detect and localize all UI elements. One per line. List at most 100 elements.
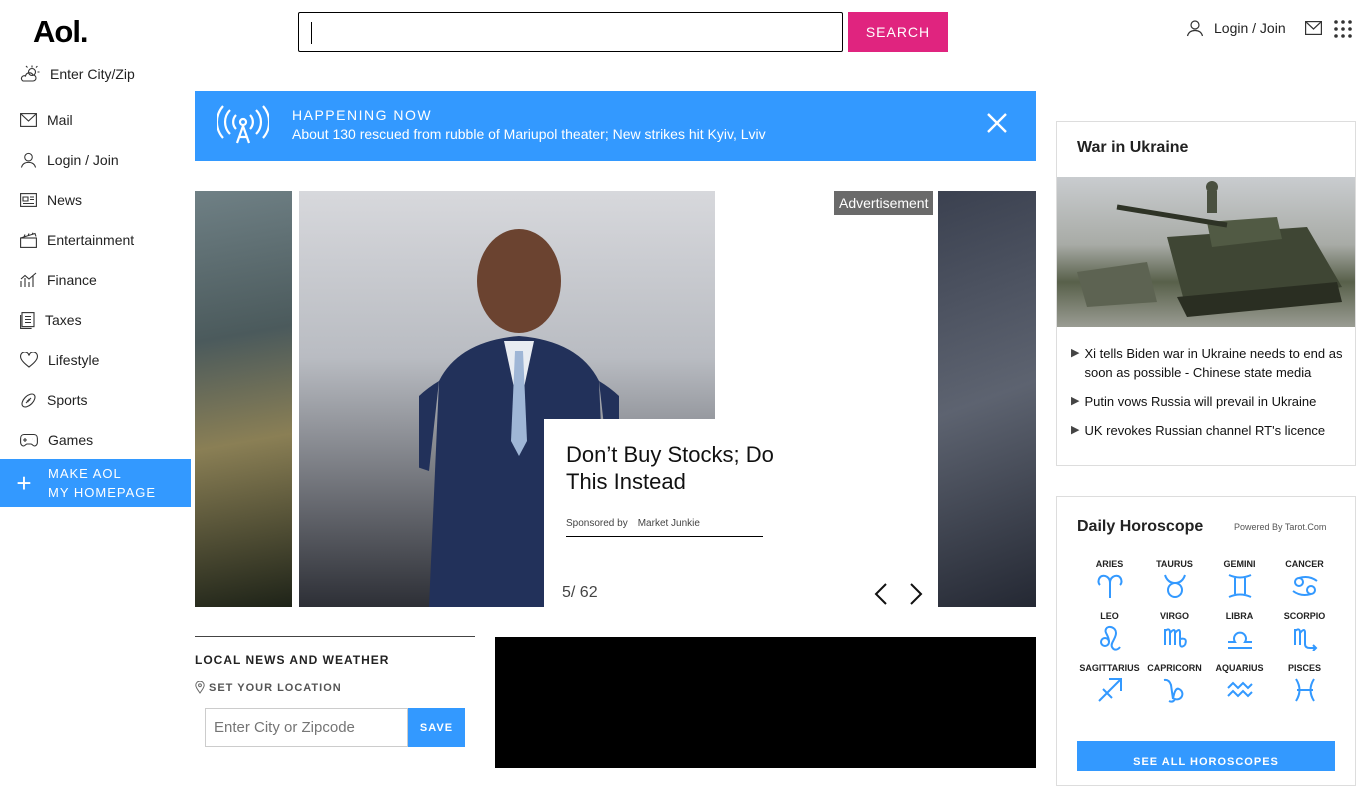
happening-headline[interactable]: About 130 rescued from rubble of Mariupo… — [292, 126, 766, 142]
zodiac-label: VIRGO — [1159, 611, 1189, 621]
sidebar-item-lifestyle[interactable]: Lifestyle — [0, 340, 191, 380]
chevron-right-icon[interactable] — [909, 582, 923, 606]
next-slide-image[interactable] — [938, 191, 1036, 607]
headline-text[interactable]: Xi tells Biden war in Ukraine needs to e… — [1084, 344, 1346, 382]
news-carousel[interactable]: Advertisement Don’t Buy Stocks; Do This … — [195, 191, 1036, 607]
ukraine-headlines-list: ▶ Xi tells Biden war in Ukraine needs to … — [1071, 344, 1346, 450]
top-login-link[interactable]: Login / Join — [1186, 19, 1286, 37]
mail-icon — [20, 113, 37, 127]
zodiac-sign-sagittarius[interactable]: SAGITTARIUS — [1077, 663, 1142, 703]
football-icon — [21, 392, 36, 408]
war-in-ukraine-module: War in Ukraine ▶ Xi tells Biden war in Uk… — [1056, 121, 1356, 466]
search-input[interactable] — [299, 13, 842, 51]
ukraine-tank-image[interactable] — [1057, 177, 1355, 327]
apps-grid-icon[interactable] — [1334, 20, 1352, 38]
zodiac-label: LEO — [1100, 611, 1119, 621]
zodiac-sign-leo[interactable]: LEO — [1077, 611, 1142, 651]
slide-counter: 5/ 62 — [562, 584, 598, 601]
list-item[interactable]: ▶ Putin vows Russia will prevail in Ukrai… — [1071, 392, 1346, 411]
user-icon — [20, 152, 37, 168]
sidebar-item-label: Entertainment — [47, 232, 135, 248]
sponsored-by-label: Sponsored by — [566, 518, 628, 529]
zodiac-label: SAGITTARIUS — [1079, 663, 1140, 673]
save-location-button[interactable]: SAVE — [408, 708, 465, 747]
sidebar-item-label: Lifestyle — [48, 352, 100, 368]
chart-icon — [20, 272, 37, 287]
headline-text[interactable]: Putin vows Russia will prevail in Ukrain… — [1084, 392, 1316, 411]
daily-horoscope-module: Daily Horoscope Powered By Tarot.Com ARI… — [1056, 496, 1356, 786]
make-homepage-button[interactable]: + MAKE AOL MY HOMEPAGE — [0, 459, 191, 507]
sidebar-nav: Enter City/Zip Mail Login / Join News En… — [0, 62, 191, 460]
aquarius-icon — [1226, 681, 1253, 698]
zodiac-sign-gemini[interactable]: GEMINI — [1207, 559, 1272, 599]
list-item[interactable]: ▶ UK revokes Russian channel RT's licence — [1071, 421, 1346, 440]
sponsor-line[interactable]: Sponsored by Market Junkie — [566, 518, 763, 537]
sidebar-item-sports[interactable]: Sports — [0, 380, 191, 420]
zodiac-label: ARIES — [1095, 559, 1124, 569]
headline-text[interactable]: UK revokes Russian channel RT's licence — [1084, 421, 1325, 440]
see-all-horoscopes-button[interactable]: SEE ALL HOROSCOPES — [1077, 741, 1335, 771]
zodiac-grid: ARIES TAURUS GEMINI CANCER LEO VIRGO LIB… — [1077, 559, 1337, 703]
sidebar-item-mail[interactable]: Mail — [0, 100, 191, 140]
sidebar-item-games[interactable]: Games — [0, 420, 191, 460]
sidebar-item-entertainment[interactable]: Entertainment — [0, 220, 191, 260]
libra-icon — [1227, 631, 1252, 649]
sidebar-item-label: Taxes — [45, 312, 82, 328]
happening-title: HAPPENING NOW — [292, 107, 433, 123]
slide-caption[interactable]: Don’t Buy Stocks; Do This Instead Sponso… — [544, 419, 938, 607]
location-form: SAVE — [205, 708, 475, 747]
sidebar-item-news[interactable]: News — [0, 180, 191, 220]
cancer-icon — [1291, 576, 1318, 596]
triangle-right-icon: ▶ — [1071, 424, 1080, 436]
ukraine-module-title[interactable]: War in Ukraine — [1077, 139, 1188, 157]
set-location-label: SET YOUR LOCATION — [209, 681, 342, 694]
zodiac-label: AQUARIUS — [1215, 663, 1264, 673]
video-player[interactable] — [495, 637, 1036, 768]
sidebar-item-label: Mail — [47, 112, 73, 128]
search-box[interactable] — [298, 12, 843, 52]
local-news-title: LOCAL NEWS AND WEATHER — [195, 653, 390, 667]
happening-now-banner[interactable]: HAPPENING NOW About 130 rescued from rub… — [195, 91, 1036, 161]
mail-icon[interactable] — [1305, 21, 1322, 35]
previous-slide-image[interactable] — [195, 191, 292, 607]
powered-by-label: Powered By Tarot.Com — [1234, 522, 1327, 532]
sidebar-item-taxes[interactable]: Taxes — [0, 300, 191, 340]
zodiac-sign-scorpio[interactable]: SCORPIO — [1272, 611, 1337, 651]
zodiac-sign-aquarius[interactable]: AQUARIUS — [1207, 663, 1272, 703]
taurus-icon — [1163, 574, 1186, 598]
close-icon[interactable] — [985, 111, 1009, 135]
sidebar-item-weather[interactable]: Enter City/Zip — [0, 62, 191, 86]
chevron-left-icon[interactable] — [874, 582, 888, 606]
zodiac-sign-pisces[interactable]: PISCES — [1272, 663, 1337, 703]
zipcode-input[interactable] — [205, 708, 408, 747]
make-home-line1: MAKE AOL — [48, 466, 122, 481]
clapperboard-icon — [20, 232, 37, 248]
zodiac-sign-virgo[interactable]: VIRGO — [1142, 611, 1207, 651]
zodiac-sign-libra[interactable]: LIBRA — [1207, 611, 1272, 651]
plus-icon: + — [16, 467, 32, 498]
sidebar-item-login[interactable]: Login / Join — [0, 140, 191, 180]
gamepad-icon — [20, 433, 38, 447]
document-icon — [20, 311, 35, 329]
scorpio-icon — [1293, 628, 1317, 651]
broadcast-icon — [217, 105, 269, 144]
list-item[interactable]: ▶ Xi tells Biden war in Ukraine needs to … — [1071, 344, 1346, 382]
slide-title[interactable]: Don’t Buy Stocks; Do This Instead — [566, 441, 776, 495]
top-login-label: Login / Join — [1214, 20, 1286, 36]
zodiac-label: CANCER — [1285, 559, 1324, 569]
zodiac-label: TAURUS — [1156, 559, 1193, 569]
sidebar-item-label: News — [47, 192, 83, 208]
leo-icon — [1099, 625, 1121, 651]
search-button[interactable]: SEARCH — [848, 12, 948, 52]
zodiac-sign-cancer[interactable]: CANCER — [1272, 559, 1337, 599]
local-news-module: LOCAL NEWS AND WEATHER SET YOUR LOCATION… — [195, 636, 475, 747]
zodiac-label: CAPRICORN — [1147, 663, 1202, 673]
sidebar-item-label: Enter City/Zip — [50, 66, 135, 82]
sidebar-item-finance[interactable]: Finance — [0, 260, 191, 300]
aol-logo[interactable]: Aol. — [33, 14, 89, 50]
zodiac-sign-capricorn[interactable]: CAPRICORN — [1142, 663, 1207, 703]
zodiac-label: GEMINI — [1223, 559, 1256, 569]
set-location-link[interactable]: SET YOUR LOCATION — [195, 681, 475, 694]
zodiac-sign-taurus[interactable]: TAURUS — [1142, 559, 1207, 599]
zodiac-sign-aries[interactable]: ARIES — [1077, 559, 1142, 599]
